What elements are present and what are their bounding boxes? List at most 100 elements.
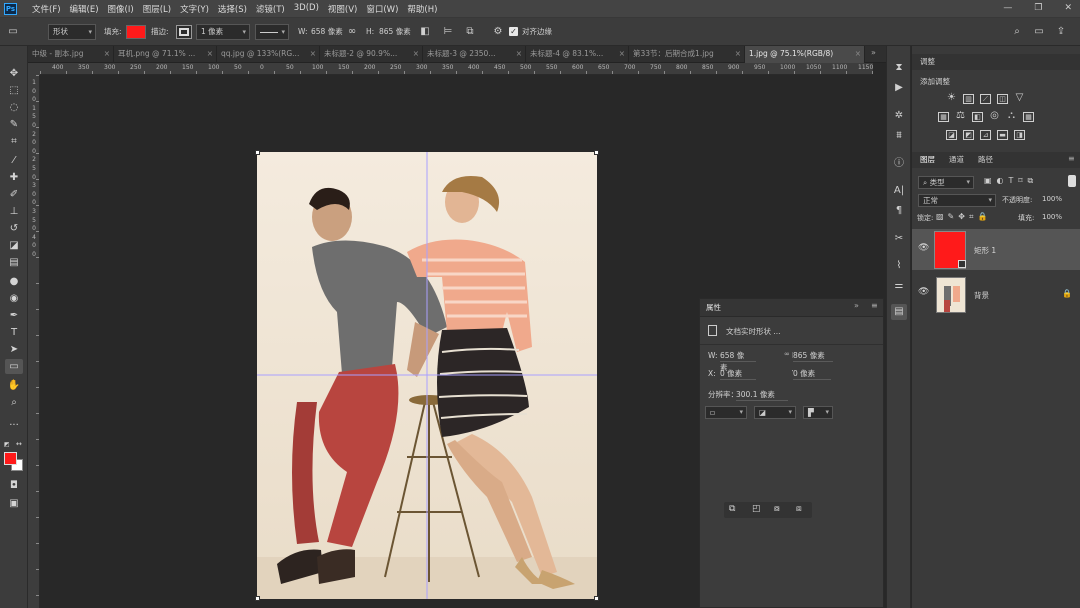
layer-name[interactable]: 矩形 1: [974, 245, 996, 256]
menu-filter[interactable]: 滤镜(T): [256, 3, 285, 15]
eraser-tool-icon[interactable]: ◪: [5, 238, 23, 253]
brush-tool-icon[interactable]: ✐: [5, 187, 23, 202]
styles-icon[interactable]: ⚌: [891, 278, 907, 294]
prop-width-field[interactable]: 658 像素: [720, 350, 756, 372]
exposure-icon[interactable]: ◫: [997, 94, 1008, 104]
menu-edit[interactable]: 编辑(E): [70, 3, 99, 15]
color-lookup-icon[interactable]: ▦: [1023, 112, 1034, 122]
tab-active-document[interactable]: 1.jpg @ 75.1%(RGB/8) ×: [745, 46, 865, 63]
marquee-tool-icon[interactable]: ⬚: [5, 83, 23, 98]
tab-doc-5[interactable]: 未标题-3 @ 2350... ×: [423, 46, 526, 63]
blur-tool-icon[interactable]: ●: [5, 274, 23, 289]
menu-view[interactable]: 视图(V): [328, 3, 357, 15]
curves-icon[interactable]: ⟋: [980, 94, 991, 104]
tool-presets-icon[interactable]: ✂: [891, 231, 907, 247]
posterize-icon[interactable]: ◩: [963, 130, 974, 140]
zoom-tool-icon[interactable]: ⌕: [5, 395, 23, 410]
layer-row-rectangle[interactable]: 👁 矩形 1: [912, 229, 1080, 270]
gradient-tool-icon[interactable]: ▤: [5, 255, 23, 270]
fill-swatch[interactable]: [126, 25, 146, 39]
shape-mode-dropdown[interactable]: 形状: [48, 24, 96, 40]
invert-icon[interactable]: ◪: [946, 130, 957, 140]
healing-brush-tool-icon[interactable]: ✚: [5, 170, 23, 185]
stroke-type-dropdown[interactable]: [255, 24, 289, 40]
prop-y-field[interactable]: 0 像素: [793, 368, 831, 380]
filter-toggle[interactable]: [1068, 175, 1076, 187]
minimize-icon[interactable]: —: [1003, 3, 1012, 13]
path-alignment-icon[interactable]: ⊨: [441, 25, 455, 39]
tab-paths[interactable]: 路径: [978, 152, 993, 168]
quick-mask-icon[interactable]: ◘: [5, 478, 23, 493]
tab-channels[interactable]: 通道: [949, 152, 964, 168]
layer-name[interactable]: 背景: [974, 290, 989, 301]
link-icon[interactable]: ∞: [345, 25, 359, 39]
tab-adjustments[interactable]: 调整: [920, 54, 935, 70]
document-canvas[interactable]: [257, 152, 597, 599]
tab-layers[interactable]: 图层: [920, 152, 935, 168]
tab-doc-6[interactable]: 未标题-4 @ 83.1%... ×: [526, 46, 629, 63]
menu-3d[interactable]: 3D(D): [294, 3, 319, 15]
clone-stamp-tool-icon[interactable]: ⊥: [5, 204, 23, 219]
gear-icon[interactable]: ⚙: [491, 25, 505, 39]
fill-type-dropdown[interactable]: ▫: [705, 406, 747, 419]
brushes-icon[interactable]: ⌇: [891, 258, 907, 274]
threshold-icon[interactable]: ⊿: [980, 130, 991, 140]
share-icon[interactable]: ⇪: [1054, 25, 1068, 39]
properties-icon[interactable]: ▤: [891, 304, 907, 320]
prop-height-field[interactable]: 865 像素: [793, 350, 833, 362]
stroke-width-props-dropdown[interactable]: ▛: [803, 406, 833, 419]
tab-doc-1[interactable]: 中级 - 副本.jpg ×: [28, 46, 114, 63]
search-icon[interactable]: ⌕: [1010, 25, 1024, 39]
height-field[interactable]: 865 像素: [379, 24, 411, 40]
transform-handle-top-left[interactable]: [255, 150, 260, 155]
layers-menu-icon[interactable]: ≡: [1068, 154, 1075, 163]
tab-doc-2[interactable]: 耳机.png @ 71.1% ... ×: [114, 46, 217, 63]
default-colors-icon[interactable]: ◩: [4, 441, 12, 449]
panel-menu-icon[interactable]: ≡: [871, 301, 878, 310]
quick-select-tool-icon[interactable]: ✎: [5, 117, 23, 132]
opacity-field[interactable]: 100%: [1042, 195, 1062, 203]
foreground-color-swatch[interactable]: [4, 452, 17, 465]
black-white-icon[interactable]: ◧: [972, 112, 983, 122]
restore-icon[interactable]: ❐: [1034, 3, 1042, 13]
gradient-map-icon[interactable]: ▬: [997, 130, 1008, 140]
filter-icons[interactable]: ▣◐T⌑⧉: [984, 176, 1038, 186]
transform-handle-top-right[interactable]: [594, 150, 599, 155]
intersect-shapes-icon[interactable]: ⧇: [774, 504, 780, 514]
crop-tool-icon[interactable]: ⌗: [5, 134, 23, 149]
hue-saturation-icon[interactable]: ▦: [938, 112, 949, 122]
history-icon[interactable]: ⧗: [891, 60, 907, 76]
menu-layer[interactable]: 图层(L): [143, 3, 171, 15]
prop-x-field[interactable]: 0 像素: [720, 368, 756, 380]
more-tabs-icon[interactable]: »: [871, 48, 876, 57]
eyedropper-tool-icon[interactable]: ⁄: [5, 153, 23, 168]
close-icon[interactable]: ✕: [1064, 3, 1072, 13]
visibility-eye-icon[interactable]: 👁: [918, 243, 929, 253]
path-arrangement-icon[interactable]: ⧉: [463, 25, 477, 39]
align-edges-checkbox[interactable]: ✓: [509, 27, 518, 36]
character-icon[interactable]: A|: [891, 183, 907, 199]
subtract-front-icon[interactable]: ◰: [752, 504, 761, 514]
link-dimensions-icon[interactable]: ∞: [784, 350, 790, 358]
transform-handle-bottom-right[interactable]: [594, 596, 599, 601]
path-operations-icon[interactable]: ◧: [418, 25, 432, 39]
lasso-tool-icon[interactable]: ◌: [5, 100, 23, 115]
stroke-swatch[interactable]: [176, 25, 192, 39]
collapse-icon[interactable]: »: [854, 301, 859, 310]
stroke-type-props-dropdown[interactable]: ◪: [754, 406, 796, 419]
layer-filter-dropdown[interactable]: ⌕ 类型: [918, 176, 974, 189]
swatches-icon[interactable]: ⩩: [891, 128, 907, 144]
width-field[interactable]: 658 像素: [311, 24, 343, 40]
history-brush-tool-icon[interactable]: ↺: [5, 221, 23, 236]
dodge-tool-icon[interactable]: ◉: [5, 291, 23, 306]
color-balance-icon[interactable]: ⚖: [955, 111, 966, 122]
menu-type[interactable]: 文字(Y): [180, 3, 209, 15]
visibility-eye-icon[interactable]: 👁: [918, 287, 929, 297]
levels-icon[interactable]: ▥: [963, 94, 974, 104]
tab-doc-3[interactable]: qq.jpg @ 133%(RG... ×: [217, 46, 320, 63]
screen-mode-icon[interactable]: ▣: [5, 496, 23, 511]
layer-row-background[interactable]: 👁 背景 🔒: [912, 273, 1080, 314]
menu-image[interactable]: 图像(I): [108, 3, 134, 15]
swap-colors-icon[interactable]: ↔: [16, 440, 22, 448]
path-select-tool-icon[interactable]: ➤: [5, 342, 23, 357]
